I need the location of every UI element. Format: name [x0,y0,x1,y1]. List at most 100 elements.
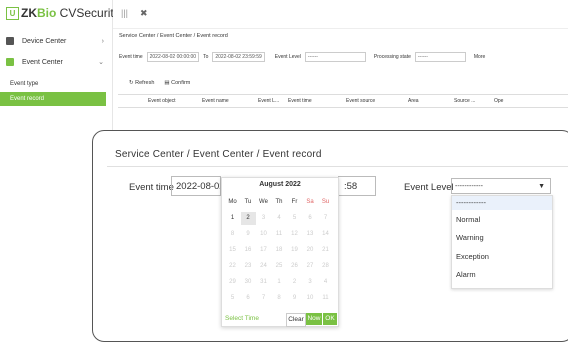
calendar-day[interactable]: 1 [225,212,240,225]
event-time-from-input[interactable]: 2022-08-02 00:00:00 [146,52,200,62]
column-header[interactable]: Source ... [454,98,475,104]
weekday-header: Sa [306,199,314,205]
calendar-day[interactable]: 12 [287,228,302,241]
calendar-day[interactable]: 3 [303,276,318,289]
calendar-day[interactable]: 4 [318,276,333,289]
calendar-day[interactable]: 11 [318,292,333,305]
calendar-day[interactable]: 23 [241,260,256,273]
refresh-button[interactable]: ↻ Refresh [129,80,154,86]
calendar-day[interactable]: 13 [303,228,318,241]
chevron-right-icon: › [101,37,104,45]
weekday-header: Fr [291,199,298,205]
dropdown-option-normal[interactable]: Normal [456,215,480,224]
calendar-day[interactable]: 21 [318,244,333,257]
calendar-day[interactable]: 26 [287,260,302,273]
event-icon [6,58,14,66]
calendar-day[interactable]: 7 [256,292,271,305]
calendar-day[interactable]: 27 [303,260,318,273]
calendar-title: August 2022 [259,181,301,188]
ok-button[interactable]: OK [323,313,337,325]
top-bar: ||| ✖ [113,0,568,29]
menu-icon[interactable]: ||| [121,8,128,18]
sidebar-item-event-record[interactable]: Event record [0,92,106,106]
dropdown-option[interactable]: ------------ [452,196,552,210]
app-logo[interactable]: U ZKBio CVSecurity [6,5,120,21]
calendar-day[interactable]: 5 [287,212,302,225]
zoom-breadcrumb: Service Center / Event Center / Event re… [115,149,322,160]
toolbar: ↻ Refresh ▤ Confirm [129,80,190,86]
sidebar-item-event-type[interactable]: Event type [0,77,106,91]
calendar-footer: Select Time Clear Now OK [222,312,338,327]
weekday-header: Th [275,199,283,205]
close-icon[interactable]: ✖ [140,8,148,19]
divider [107,166,568,167]
calendar-day[interactable]: 9 [287,292,302,305]
calendar-day[interactable]: 6 [303,212,318,225]
clear-button[interactable]: Clear [286,313,306,327]
column-header[interactable]: Event time [288,98,312,104]
caret-down-icon: ▼ [538,183,545,190]
calendar-day[interactable]: 30 [241,276,256,289]
calendar-day[interactable]: 29 [225,276,240,289]
sidebar-item-device-center[interactable]: Device Center › [6,32,106,50]
table-header: Event object Event name Event L... Event… [118,94,568,108]
calendar-day[interactable]: 10 [303,292,318,305]
column-header[interactable]: Event object [148,98,176,104]
dropdown-option-warning[interactable]: Warning [456,233,484,242]
event-level-select[interactable]: ------------ ▼ [451,178,551,194]
event-time-to-input[interactable]: 2022-08-02 23:59:59 [212,52,265,62]
calendar-day[interactable]: 2 [240,212,256,225]
calendar-day[interactable]: 19 [287,244,302,257]
more-button[interactable]: More [474,54,485,60]
filter-bar: Event time 2022-08-02 00:00:00 To 2022-0… [119,52,486,62]
calendar-day[interactable]: 28 [318,260,333,273]
event-level-label: Event Level [404,182,454,193]
column-header[interactable]: Event L... [258,98,279,104]
calendar-day[interactable]: 4 [272,212,287,225]
calendar-day[interactable]: 2 [287,276,302,289]
calendar-day[interactable]: 20 [303,244,318,257]
calendar-day[interactable]: 7 [318,212,333,225]
column-header[interactable]: Area [408,98,419,104]
calendar-day[interactable]: 11 [272,228,287,241]
device-icon [6,37,14,45]
calendar-day[interactable]: 17 [256,244,271,257]
calendar-day[interactable]: 3 [256,212,271,225]
calendar-day[interactable]: 31 [256,276,271,289]
weekday-header: Su [321,199,330,205]
event-level-select[interactable]: ------ [304,52,366,62]
dropdown-option-alarm[interactable]: Alarm [456,270,476,279]
now-button[interactable]: Now [306,313,322,325]
calendar-day[interactable]: 22 [225,260,240,273]
event-time-to-field[interactable]: :58 [338,176,376,196]
calendar-day[interactable]: 8 [272,292,287,305]
calendar-day[interactable]: 10 [256,228,271,241]
calendar-day[interactable]: 24 [256,260,271,273]
calendar-day[interactable]: 5 [225,292,240,305]
calendar-day[interactable]: 16 [241,244,256,257]
weekday-header: Mo [228,199,237,205]
chevron-down-icon: ⌄ [98,59,104,66]
column-header[interactable]: Ope [494,98,503,104]
calendar-day[interactable]: 6 [241,292,256,305]
breadcrumb: Service Center / Event Center / Event re… [119,33,228,39]
confirm-button[interactable]: ▤ Confirm [164,80,190,86]
calendar-day[interactable]: 15 [225,244,240,257]
logo-icon: U [6,6,19,20]
calendar-day[interactable]: 14 [318,228,333,241]
event-time-from-field[interactable]: 2022-08-02 [171,176,221,196]
calendar-day[interactable]: 18 [272,244,287,257]
weekday-header: We [259,199,268,205]
dropdown-option-exception[interactable]: Exception [456,252,489,261]
select-time-link[interactable]: Select Time [225,315,259,322]
sidebar-item-event-center[interactable]: Event Center ⌄ [6,53,106,71]
event-level-dropdown: ------------ Normal Warning Exception Al… [451,195,553,289]
processing-state-select[interactable]: ------ [414,52,466,62]
column-header[interactable]: Event source [346,98,375,104]
column-header[interactable]: Event name [202,98,229,104]
calendar-day[interactable]: 1 [272,276,287,289]
zoom-panel: Service Center / Event Center / Event re… [92,130,568,342]
calendar-day[interactable]: 8 [225,228,240,241]
calendar-day[interactable]: 9 [241,228,256,241]
calendar-day[interactable]: 25 [272,260,287,273]
